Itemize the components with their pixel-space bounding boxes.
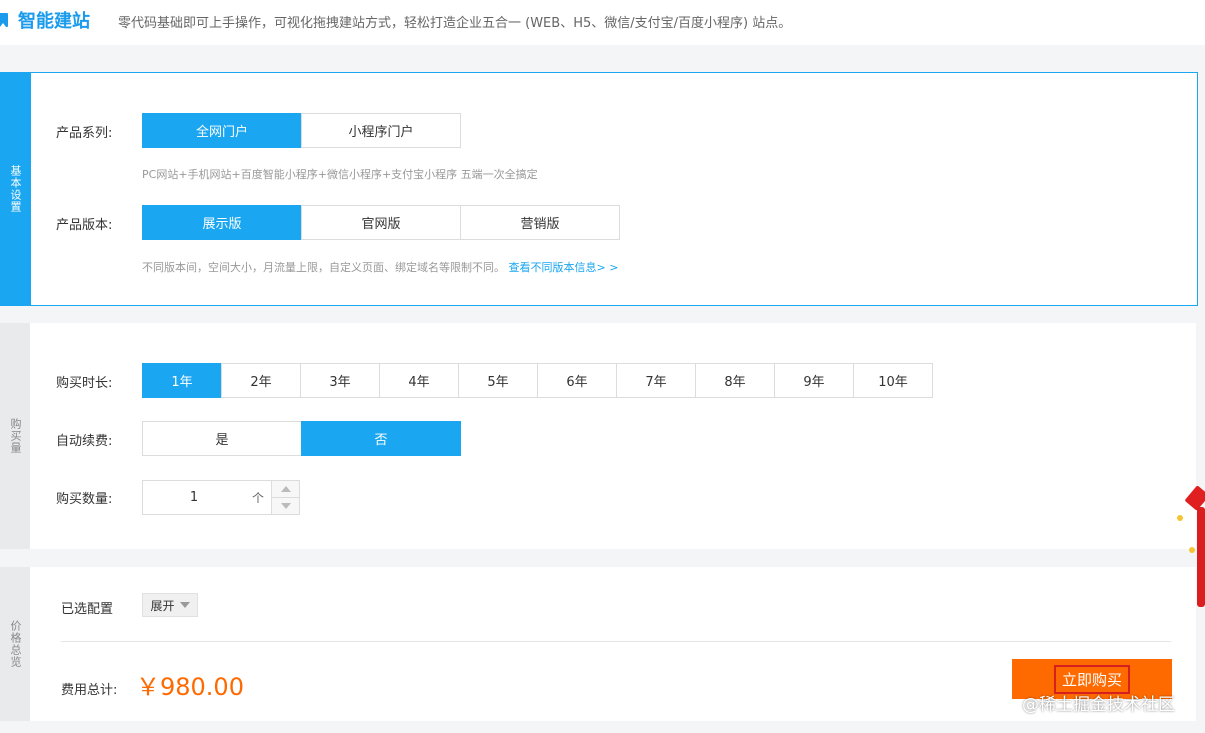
purchase-panel: 购买时长: 1年 2年 3年 4年 5年 6年 7年 8年 9年 10年 自动续费: 是否 购买数… [30,323,1196,549]
duration-option-6[interactable]: 6年 [537,363,617,398]
duration-selector: 1年 2年 3年 4年 5年 6年 7年 8年 9年 10年 [142,363,933,398]
duration-option-1[interactable]: 1年 [142,363,222,398]
version-option-1[interactable]: 展示版 [142,205,302,240]
bookmark-icon [0,13,8,27]
duration-option-10[interactable]: 10年 [853,363,933,398]
quantity-label: 购买数量: [56,492,113,507]
quantity-stepper: 1 个 [142,480,300,515]
expand-button[interactable]: 展开 [142,593,198,617]
product-version-hint: 不同版本间，空间大小，月流量上限，自定义页面、绑定域名等限制不同。 查看不同版本… [142,261,619,274]
red-packet-bar [1197,507,1205,607]
tab-purchase-quantity[interactable]: 购买量 [0,323,30,549]
duration-option-8[interactable]: 8年 [695,363,775,398]
duration-option-5[interactable]: 5年 [458,363,538,398]
duration-option-7[interactable]: 7年 [616,363,696,398]
version-option-2[interactable]: 官网版 [301,205,461,240]
series-option-2[interactable]: 小程序门户 [301,113,461,148]
product-version-selector: 展示版 官网版 营销版 [142,205,620,240]
auto-renew-selector: 是否 [142,421,461,456]
sparkle-icon [1177,515,1183,521]
auto-renew-label: 自动续费: [56,434,113,449]
total-cost-label: 费用总计: [61,683,118,698]
duration-option-9[interactable]: 9年 [774,363,854,398]
tab-basic-settings[interactable]: 基本设置 [0,72,30,306]
duration-option-2[interactable]: 2年 [221,363,301,398]
duration-option-4[interactable]: 4年 [379,363,459,398]
decrement-button[interactable] [272,498,299,514]
basic-settings-panel: 产品系列: 全网门户 小程序门户 PC网站+手机网站+百度智能小程序+微信小程序+… [30,72,1198,306]
page-description: 零代码基础即可上手操作，可视化拖拽建站方式，轻松打造企业五合一 (WEB、H5、… [118,16,792,31]
product-version-label: 产品版本: [56,218,113,233]
product-series-hint: PC网站+手机网站+百度智能小程序+微信小程序+支付宝小程序 五端一次全搞定 [142,168,538,181]
top-header: 智能建站 零代码基础即可上手操作，可视化拖拽建站方式，轻松打造企业五合一 (WE… [0,0,1205,45]
series-option-1[interactable]: 全网门户 [142,113,302,148]
version-option-3[interactable]: 营销版 [460,205,620,240]
selected-config-label: 已选配置 [61,602,114,617]
tab-price-overview[interactable]: 价格总览 [0,567,30,721]
arrow-down-icon [280,503,291,509]
sparkle-icon [1189,547,1195,553]
product-series-label: 产品系列: [56,126,113,141]
auto-renew-option-2[interactable]: 否 [301,421,461,456]
duration-option-3[interactable]: 3年 [300,363,380,398]
quantity-unit: 个 [251,491,264,505]
quantity-input[interactable]: 1 [143,481,245,514]
product-series-selector: 全网门户 小程序门户 [142,113,461,148]
caret-down-icon [179,602,190,608]
arrow-up-icon [280,486,291,492]
version-info-link[interactable]: 查看不同版本信息> > [509,261,619,274]
watermark: @稀土掘金技术社区 [1022,695,1175,715]
page-title: 智能建站 [18,11,90,32]
auto-renew-option-1[interactable]: 是 [142,421,302,456]
duration-label: 购买时长: [56,376,113,391]
red-packet-widget[interactable] [1177,485,1205,610]
increment-button[interactable] [272,481,299,498]
divider [61,641,1171,642]
total-price: ￥980.00 [136,673,244,701]
